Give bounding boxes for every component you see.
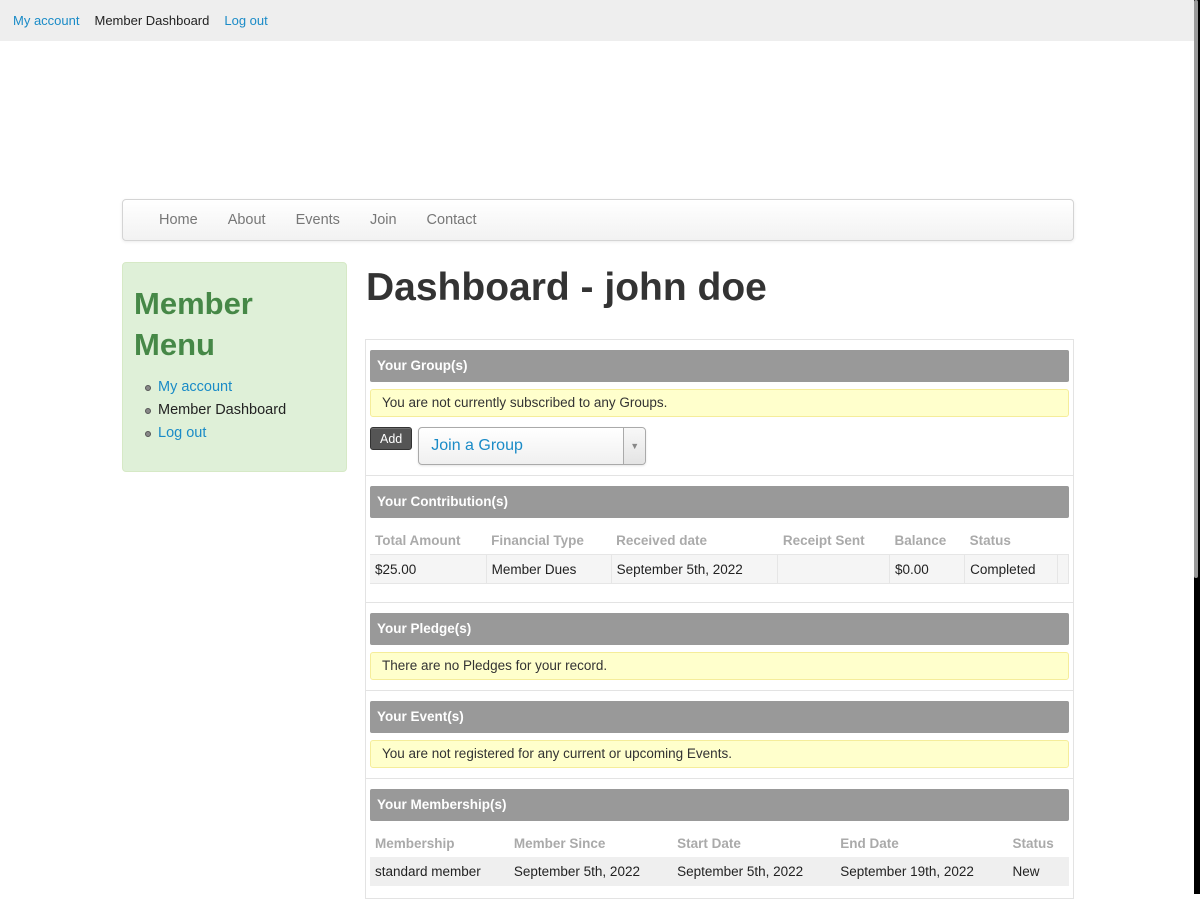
page-title: Dashboard - john doe	[366, 266, 767, 309]
column-header[interactable]: Member Since	[509, 829, 672, 857]
member-menu-sidebar: Member Menu My account Member Dashboard …	[122, 262, 347, 472]
groups-section: Your Group(s) You are not currently subs…	[366, 340, 1073, 476]
cell-status: Completed	[964, 554, 1058, 584]
cell-balance: $0.00	[889, 554, 966, 584]
events-section: Your Event(s) You are not registered for…	[366, 691, 1073, 779]
member-menu-item: Member Dashboard	[145, 399, 335, 422]
scrollbar-thumb[interactable]	[1194, 0, 1198, 578]
column-header[interactable]: Total Amount	[370, 526, 486, 555]
memberships-section: Your Membership(s) Membership Member Sin…	[366, 779, 1073, 896]
pledges-notice: There are no Pledges for your record.	[370, 652, 1069, 680]
nav-contact[interactable]: Contact	[412, 212, 492, 228]
cell-total-amount: $25.00	[370, 554, 487, 584]
cell-receipt-sent	[777, 554, 891, 584]
cell-member-since: September 5th, 2022	[508, 857, 673, 886]
column-header[interactable]: Received date	[611, 526, 778, 555]
cell-end-date: September 19th, 2022	[835, 857, 1008, 886]
column-header-spacer	[1058, 526, 1069, 555]
member-menu-link-log-out[interactable]: Log out	[158, 425, 206, 441]
column-header[interactable]: Balance	[890, 526, 965, 555]
member-menu-link-member-dashboard[interactable]: Member Dashboard	[158, 402, 286, 418]
pledges-section: Your Pledge(s) There are no Pledges for …	[366, 603, 1073, 691]
cell-membership: standard member	[370, 857, 509, 886]
member-menu-list: My account Member Dashboard Log out	[134, 376, 335, 445]
topbar-link-member-dashboard[interactable]: Member Dashboard	[94, 13, 209, 28]
cell-financial-type: Member Dues	[486, 554, 612, 584]
join-group-select-value: Join a Group	[431, 437, 523, 454]
chevron-down-icon[interactable]: ▼	[623, 428, 646, 464]
groups-header: Your Group(s)	[370, 350, 1069, 382]
column-header[interactable]: End Date	[835, 829, 1007, 857]
add-group-button[interactable]: Add	[370, 427, 413, 450]
member-menu-title: Member Menu	[134, 286, 253, 362]
nav-home[interactable]: Home	[144, 212, 213, 228]
member-menu-item: Log out	[145, 422, 335, 445]
groups-notice: You are not currently subscribed to any …	[370, 389, 1069, 417]
memberships-header: Your Membership(s)	[370, 789, 1069, 821]
events-header: Your Event(s)	[370, 701, 1069, 733]
join-group-form: Add Join a Group ▼	[370, 427, 1069, 465]
column-header[interactable]: Financial Type	[486, 526, 611, 555]
column-header[interactable]: Status	[965, 526, 1058, 555]
dashboard-content: Your Group(s) You are not currently subs…	[365, 339, 1074, 899]
nav-about[interactable]: About	[213, 212, 281, 228]
main-navigation: Home About Events Join Contact	[122, 199, 1074, 241]
member-menu-item: My account	[145, 376, 335, 399]
page-scrollbar[interactable]	[1194, 0, 1200, 894]
column-header[interactable]: Membership	[370, 829, 509, 857]
nav-events[interactable]: Events	[281, 212, 355, 228]
memberships-table: Membership Member Since Start Date End D…	[370, 829, 1069, 886]
cell-start-date: September 5th, 2022	[672, 857, 836, 886]
table-row: $25.00 Member Dues September 5th, 2022 $…	[370, 554, 1069, 584]
cell-status: New	[1007, 857, 1069, 886]
contributions-section: Your Contribution(s) Total Amount Financ…	[366, 476, 1073, 603]
cell-spacer	[1057, 554, 1069, 584]
join-group-select[interactable]: Join a Group ▼	[418, 427, 647, 465]
member-menu-link-my-account[interactable]: My account	[158, 379, 232, 395]
pledges-header: Your Pledge(s)	[370, 613, 1069, 645]
table-row: standard member September 5th, 2022 Sept…	[370, 857, 1069, 886]
contributions-header-row: Total Amount Financial Type Received dat…	[370, 526, 1069, 555]
column-header[interactable]: Receipt Sent	[778, 526, 890, 555]
contributions-header: Your Contribution(s)	[370, 486, 1069, 518]
cell-received-date: September 5th, 2022	[611, 554, 779, 584]
column-header[interactable]: Status	[1008, 829, 1070, 857]
contributions-table: Total Amount Financial Type Received dat…	[370, 526, 1069, 584]
column-header[interactable]: Start Date	[672, 829, 835, 857]
top-admin-bar: My account Member Dashboard Log out	[0, 0, 1200, 41]
nav-join[interactable]: Join	[355, 212, 412, 228]
topbar-link-my-account[interactable]: My account	[13, 13, 79, 28]
memberships-header-row: Membership Member Since Start Date End D…	[370, 829, 1069, 857]
topbar-link-log-out[interactable]: Log out	[224, 13, 267, 28]
events-notice: You are not registered for any current o…	[370, 740, 1069, 768]
